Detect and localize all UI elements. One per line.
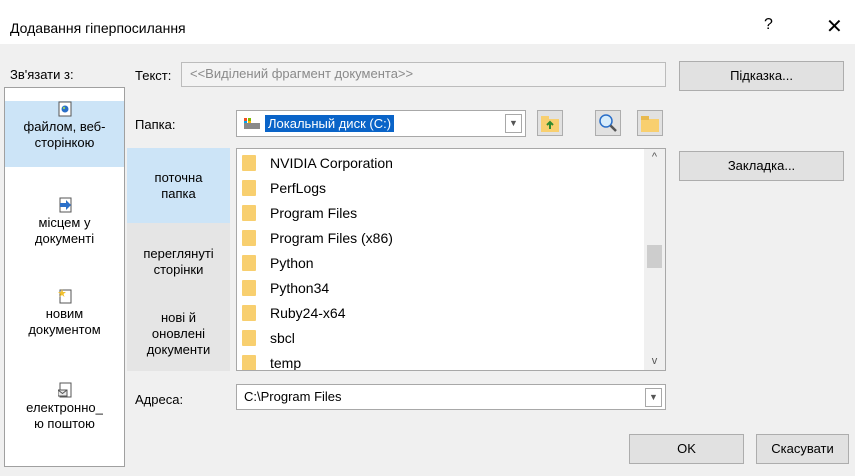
screentip-button[interactable]: Підказка... xyxy=(679,61,844,91)
address-label: Адреса: xyxy=(135,392,184,407)
folder-icon xyxy=(242,355,256,370)
web-page-icon xyxy=(58,101,71,117)
file-name: sbcl xyxy=(270,330,295,346)
display-text-field[interactable]: <<Виділений фрагмент документа>> xyxy=(181,62,666,87)
list-item[interactable]: PerfLogs xyxy=(242,176,640,200)
list-item[interactable]: Program Files (x86) xyxy=(242,226,640,250)
dialog-title: Додавання гіперпосилання xyxy=(10,20,186,36)
link-to-place-line2: документі xyxy=(34,231,95,246)
link-to-panel: файлом, веб- сторінкою місцем у документ… xyxy=(4,87,125,467)
close-button[interactable]: ✕ xyxy=(826,14,843,39)
new-document-icon xyxy=(57,289,71,304)
email-icon xyxy=(57,382,71,398)
local-disk-icon xyxy=(244,118,260,129)
link-to-file-web-page-line2: сторінкою xyxy=(34,135,95,150)
chevron-down-icon[interactable]: ▼ xyxy=(645,388,662,407)
address-value: C:\Program Files xyxy=(244,389,342,404)
recent-files-line1: нові й xyxy=(160,310,197,325)
file-name: PerfLogs xyxy=(270,180,327,196)
link-to-email-line1: електронно_ xyxy=(26,400,103,415)
up-one-folder-button[interactable] xyxy=(537,110,563,136)
current-folder-line1: поточна xyxy=(154,170,203,185)
folder-value: Локальный диск (C:) xyxy=(265,115,395,132)
list-item[interactable]: Program Files xyxy=(242,201,640,225)
link-to-new-document-line1: новим xyxy=(45,306,84,321)
document-place-icon xyxy=(59,197,71,213)
link-to-file-web-page-line1: файлом, веб- xyxy=(23,119,106,134)
link-to-new-document[interactable]: новим документом xyxy=(5,288,124,348)
scroll-down-icon[interactable]: v xyxy=(644,355,665,367)
file-list[interactable]: NVIDIA Corporation PerfLogs Program File… xyxy=(236,148,666,371)
recent-files-line3: документи xyxy=(146,342,211,357)
file-name: Ruby24-x64 xyxy=(270,305,346,321)
list-item[interactable]: temp xyxy=(242,351,640,371)
recent-files-line2: оновлені xyxy=(151,326,206,341)
link-to-label: Зв'язати з: xyxy=(10,67,74,82)
link-to-place-line1: місцем у xyxy=(38,215,91,230)
file-name: Program Files xyxy=(270,205,358,221)
link-to-email-line2: ю поштою xyxy=(34,416,95,431)
browsed-pages-line2: сторінки xyxy=(153,262,204,277)
current-folder-line2: папка xyxy=(161,186,196,201)
list-item[interactable]: sbcl xyxy=(242,326,640,350)
folder-select[interactable]: Локальный диск (C:) ▼ xyxy=(236,110,526,137)
list-item[interactable]: Python34 xyxy=(242,276,640,300)
folder-icon xyxy=(242,330,256,347)
file-name: NVIDIA Corporation xyxy=(270,155,393,171)
browse-file-icon xyxy=(641,116,659,132)
browse-web-button[interactable] xyxy=(595,110,621,136)
browsed-pages-line1: переглянуті xyxy=(143,246,214,261)
look-in-panel: поточна папка переглянуті сторінки нові … xyxy=(127,148,230,371)
bookmark-button[interactable]: Закладка... xyxy=(679,151,844,181)
ok-button[interactable]: OK xyxy=(629,434,744,464)
link-to-file-web-page[interactable]: файлом, веб- сторінкою xyxy=(5,101,124,167)
folder-icon xyxy=(242,255,256,272)
browse-web-icon xyxy=(599,114,617,132)
file-name: Python xyxy=(270,255,314,271)
link-to-place-in-document[interactable]: місцем у документі xyxy=(5,197,124,257)
vertical-scrollbar[interactable]: ^ v xyxy=(644,149,665,370)
file-name: temp xyxy=(270,355,302,371)
current-folder-tab[interactable]: поточна папка xyxy=(127,148,230,223)
browse-file-button[interactable] xyxy=(637,110,663,136)
list-item[interactable]: NVIDIA Corporation xyxy=(242,151,640,175)
address-field[interactable]: C:\Program Files ▼ xyxy=(236,384,666,410)
folder-icon xyxy=(242,280,256,297)
browsed-pages-tab[interactable]: переглянуті сторінки xyxy=(127,246,230,286)
folder-icon xyxy=(242,155,256,172)
cancel-button[interactable]: Скасувати xyxy=(756,434,849,464)
scroll-up-icon[interactable]: ^ xyxy=(644,151,665,163)
text-label: Текст: xyxy=(135,68,172,83)
file-name: Python34 xyxy=(270,280,330,296)
link-to-email[interactable]: електронно_ ю поштою xyxy=(5,382,124,442)
link-to-new-document-line2: документом xyxy=(28,322,101,337)
scroll-thumb[interactable] xyxy=(647,245,662,268)
help-button[interactable]: ? xyxy=(764,16,773,34)
folder-label: Папка: xyxy=(135,117,176,132)
folder-icon xyxy=(242,230,256,247)
upload-folder-icon xyxy=(541,116,559,132)
folder-icon xyxy=(242,180,256,197)
folder-icon xyxy=(242,205,256,222)
file-name: Program Files (x86) xyxy=(270,230,393,246)
folder-icon xyxy=(242,305,256,322)
chevron-down-icon[interactable]: ▼ xyxy=(505,114,522,133)
list-item[interactable]: Python xyxy=(242,251,640,275)
list-item[interactable]: Ruby24-x64 xyxy=(242,301,640,325)
recent-files-tab[interactable]: нові й оновлені документи xyxy=(127,310,230,366)
